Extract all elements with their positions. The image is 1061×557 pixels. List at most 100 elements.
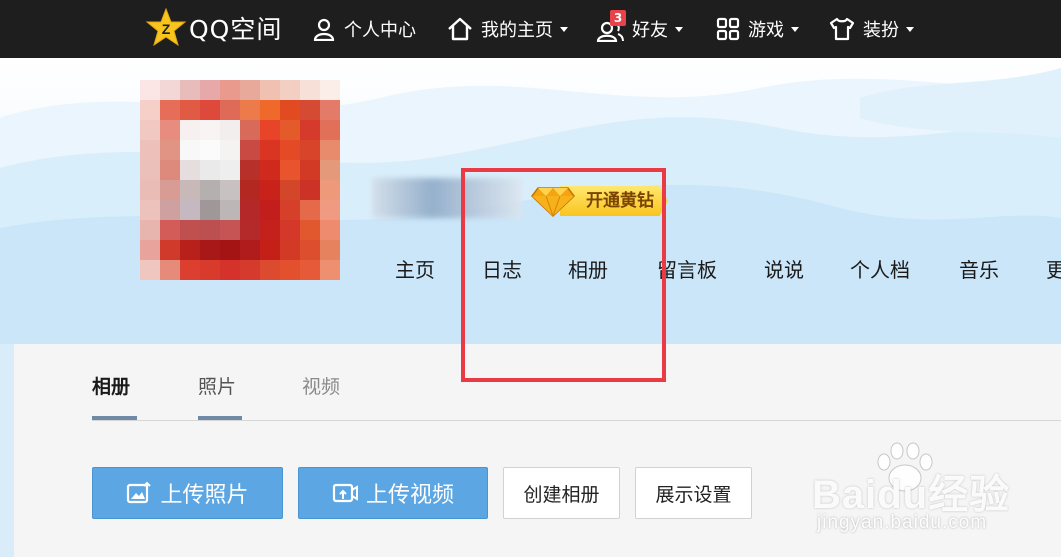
display-settings-button[interactable]: 展示设置: [635, 467, 752, 519]
avatar-pixel: [260, 180, 280, 200]
avatar-pixel: [200, 220, 220, 240]
avatar-pixel: [180, 80, 200, 100]
friend-notification-badge: 3: [610, 10, 626, 26]
avatar-pixel: [260, 140, 280, 160]
qzone-logo[interactable]: Z QQ空间: [145, 7, 282, 48]
avatar-pixel: [280, 220, 300, 240]
avatar-pixel: [220, 180, 240, 200]
tab-message-board[interactable]: 留言板: [657, 254, 717, 283]
baidu-watermark: Baidu经验 jingyan.baidu.com: [812, 440, 1012, 550]
avatar-pixel: [300, 180, 320, 200]
avatar-pixel: [320, 240, 340, 260]
avatar-pixel: [320, 120, 340, 140]
upload-photo-button[interactable]: 上传照片: [92, 467, 283, 519]
avatar-pixel: [280, 180, 300, 200]
avatar-pixel: [180, 220, 200, 240]
svg-text:Z: Z: [162, 21, 171, 37]
nav-label: 我的主页: [481, 20, 553, 41]
tab-homepage[interactable]: 主页: [395, 254, 435, 283]
tab-more[interactable]: 更: [1046, 254, 1061, 283]
tab-music[interactable]: 音乐: [959, 254, 999, 283]
nav-label: 个人中心: [344, 20, 416, 41]
avatar-pixel: [260, 240, 280, 260]
avatar-pixel: [160, 260, 180, 280]
grid-icon: [716, 17, 740, 41]
avatar-pixel: [220, 200, 240, 220]
avatar-pixel: [280, 240, 300, 260]
avatar-pixel: [300, 100, 320, 120]
avatar-pixel: [280, 80, 300, 100]
avatar-pixel: [300, 200, 320, 220]
avatar-pixel: [200, 240, 220, 260]
avatar-pixel: [280, 140, 300, 160]
avatar-pixel: [240, 240, 260, 260]
avatar-pixel: [140, 240, 160, 260]
avatar-pixel: [180, 100, 200, 120]
avatar-pixel: [200, 100, 220, 120]
avatar-pixel: [300, 120, 320, 140]
avatar-pixel: [180, 240, 200, 260]
home-icon: [448, 17, 472, 41]
chevron-down-icon: [906, 26, 914, 32]
upload-video-button[interactable]: 上传视频: [298, 467, 488, 519]
tab-albums[interactable]: 相册: [92, 372, 130, 399]
avatar-pixel: [240, 80, 260, 100]
avatar-pixel: [140, 260, 160, 280]
avatar-pixel: [160, 200, 180, 220]
avatar-pixel: [260, 160, 280, 180]
avatar-pixel: [300, 140, 320, 160]
nav-label: 装扮: [863, 20, 899, 41]
avatar-pixel: [280, 120, 300, 140]
chevron-down-icon: [675, 26, 683, 32]
avatar-pixel: [220, 260, 240, 280]
avatar[interactable]: [140, 80, 340, 280]
avatar-pixel: [180, 140, 200, 160]
avatar-pixel: [240, 140, 260, 160]
avatar-pixel: [180, 260, 200, 280]
avatar-pixel: [160, 180, 180, 200]
avatar-pixel: [320, 140, 340, 160]
avatar-pixel: [320, 260, 340, 280]
nav-dressup[interactable]: 装扮: [829, 0, 914, 58]
avatar-pixel: [140, 140, 160, 160]
avatar-pixel: [140, 160, 160, 180]
avatar-pixel: [180, 160, 200, 180]
avatar-pixel: [300, 160, 320, 180]
avatar-pixel: [240, 180, 260, 200]
avatar-pixel: [200, 160, 220, 180]
tab-videos[interactable]: 视频: [302, 372, 340, 399]
top-nav-bar: Z QQ空间 个人中心 我的主页 3 好友 游戏 装扮: [0, 0, 1061, 58]
upload-video-icon: [332, 483, 358, 503]
shirt-icon: [829, 17, 855, 41]
avatar-pixel: [140, 120, 160, 140]
avatar-pixel: [280, 260, 300, 280]
person-icon: [313, 18, 335, 41]
avatar-pixel: [280, 100, 300, 120]
qzone-star-icon: Z: [145, 7, 187, 47]
upload-video-label: 上传视频: [365, 483, 454, 508]
avatar-pixel: [160, 80, 180, 100]
tab-photos[interactable]: 照片: [198, 372, 236, 399]
avatar-pixel: [260, 220, 280, 240]
avatar-pixel: [220, 80, 240, 100]
upload-photo-icon: [127, 481, 152, 504]
nav-personal-center[interactable]: 个人中心: [312, 0, 416, 58]
avatar-pixel: [220, 140, 240, 160]
avatar-pixel: [220, 160, 240, 180]
avatar-pixel: [140, 180, 160, 200]
avatar-pixel: [160, 220, 180, 240]
nav-games[interactable]: 游戏: [716, 0, 799, 58]
avatar-pixel: [260, 80, 280, 100]
tab-profile[interactable]: 个人档: [850, 254, 910, 283]
avatar-pixel: [240, 160, 260, 180]
avatar-pixel: [320, 220, 340, 240]
nav-friends[interactable]: 3 好友: [596, 0, 683, 58]
create-album-button[interactable]: 创建相册: [503, 467, 620, 519]
nav-label: 游戏: [748, 20, 784, 41]
tab-shuoshuo[interactable]: 说说: [764, 254, 804, 283]
avatar-pixel: [240, 200, 260, 220]
avatar-pixel: [180, 120, 200, 140]
avatar-pixel: [280, 160, 300, 180]
nav-my-homepage[interactable]: 我的主页: [447, 0, 568, 58]
avatar-pixel: [200, 140, 220, 160]
